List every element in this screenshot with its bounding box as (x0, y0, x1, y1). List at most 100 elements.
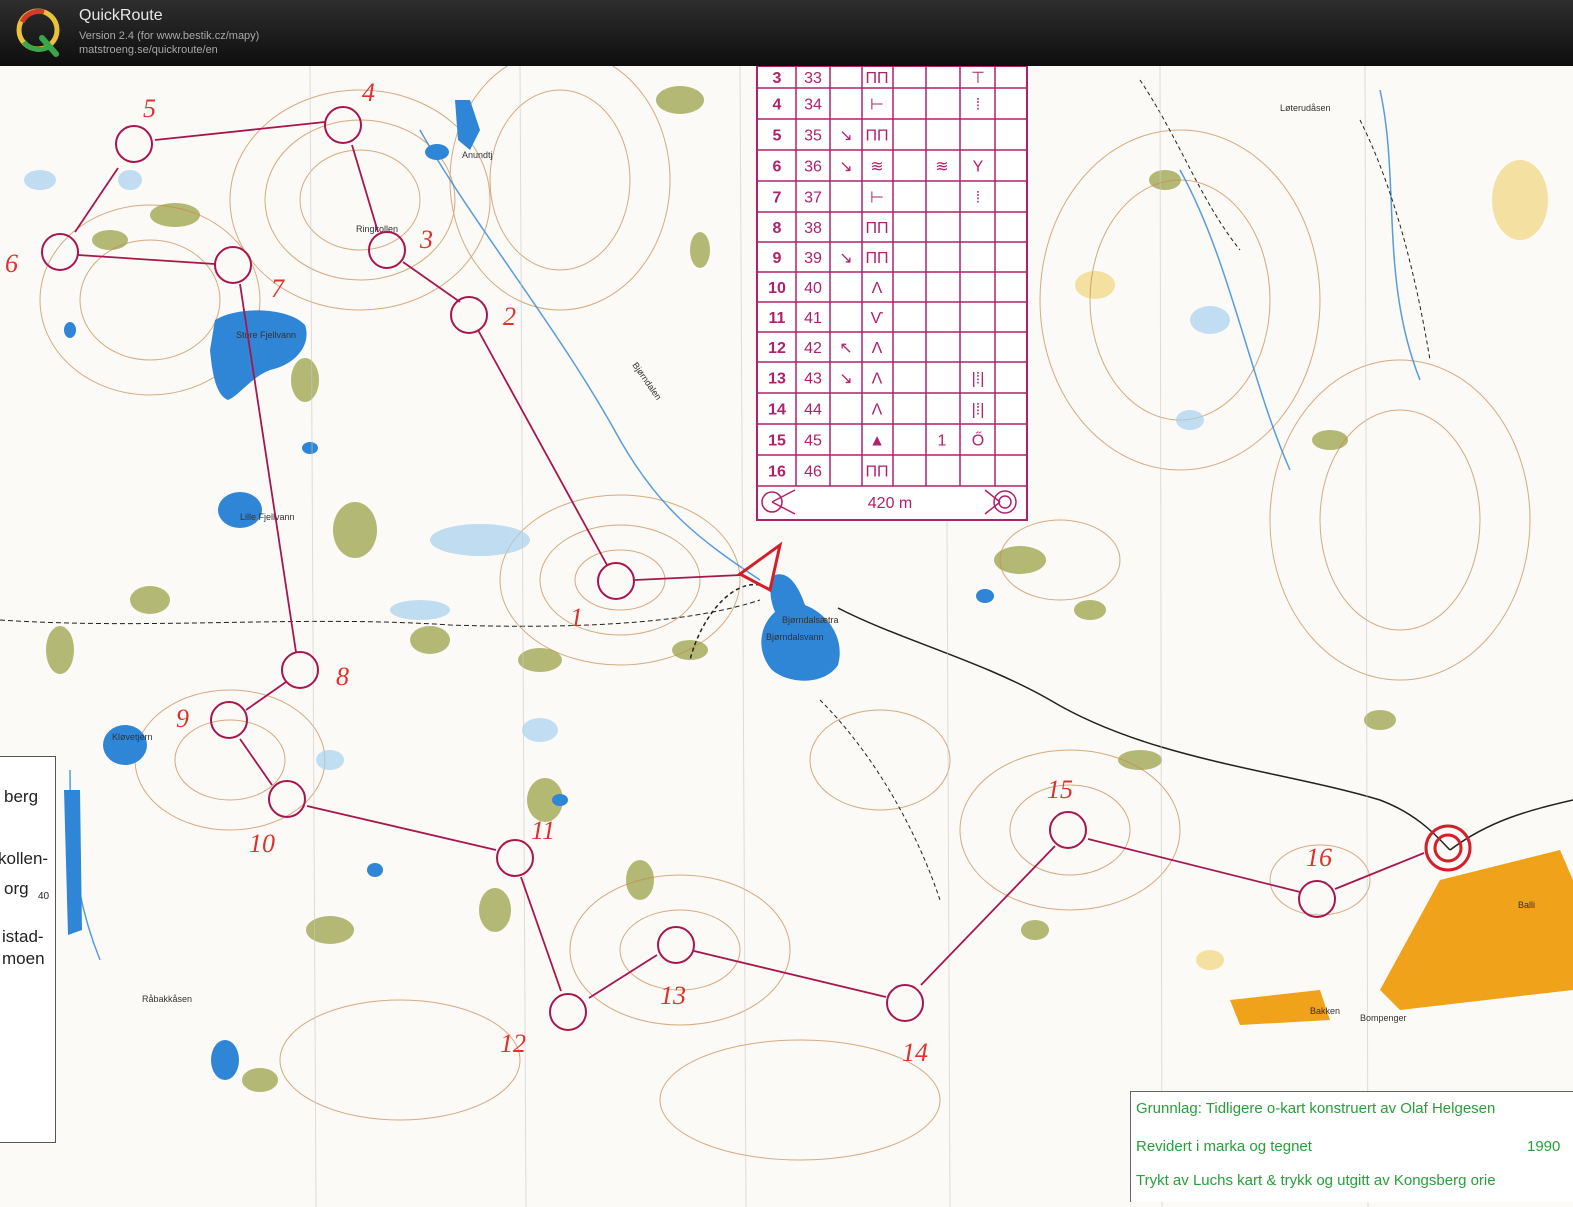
app-version: Version 2.4 (for www.bestik.cz/mapy) (79, 30, 260, 42)
control-description-num: 7 (773, 190, 782, 207)
control-description-symbol: ⊢ (870, 190, 884, 207)
control-number: 1 (570, 603, 583, 632)
control-7-circle[interactable] (214, 246, 252, 284)
quickroute-logo-icon (16, 8, 60, 57)
control-6-circle[interactable] (41, 233, 79, 271)
control-description-dim: 1 (938, 433, 947, 450)
map-credits: Grunnlag: Tidligere o-kart konstruert av… (1130, 1091, 1573, 1202)
control-description-code: 36 (804, 159, 822, 176)
vegetation-areas (46, 86, 1396, 1092)
control-description-num: 12 (768, 340, 786, 357)
control-4-circle[interactable] (324, 106, 362, 144)
place-name: Bjørndalen (630, 360, 663, 401)
control-number: 12 (500, 1029, 526, 1058)
control-description-num: 11 (769, 310, 786, 327)
control-description-symbol: ΠΠ (865, 128, 888, 145)
control-3-circle[interactable] (368, 231, 406, 269)
control-number: 3 (419, 225, 433, 254)
marsh-areas (24, 170, 1230, 770)
control-description-code: 46 (804, 464, 822, 481)
credits-line-2: Revidert i marka og tegnet (1136, 1138, 1312, 1155)
control-description-num: 10 (768, 280, 786, 297)
control-description-extra: Ő (972, 431, 984, 450)
control-10-circle[interactable] (268, 780, 306, 818)
place-name: Bakken (1310, 1006, 1340, 1016)
control-description-num: 3 (773, 70, 782, 87)
left-panel-text: moen (2, 949, 45, 968)
control-15-circle[interactable] (1049, 811, 1087, 849)
control-description-code: 34 (804, 97, 822, 114)
control-description-code: 33 (804, 70, 822, 87)
orienteering-map[interactable]: Anundtj Ringkollen Store Fjellvann Lille… (0, 66, 1573, 1207)
control-12-circle[interactable] (549, 993, 587, 1031)
control-number: 14 (902, 1038, 928, 1067)
control-description-code: 45 (804, 433, 822, 450)
control-11-circle[interactable] (496, 839, 534, 877)
control-description-code: 39 (804, 250, 822, 267)
control-description-extra: ⊤ (971, 70, 985, 87)
control-number: 8 (336, 662, 349, 691)
control-5-circle[interactable] (115, 125, 153, 163)
control-description-extra: Y (973, 159, 984, 176)
control-description-symbol: Λ (872, 280, 883, 297)
control-number: 13 (660, 981, 686, 1010)
left-panel-text: org (4, 879, 29, 898)
control-description-dir: ↖ (839, 340, 852, 357)
control-description-symbol: ΠΠ (865, 220, 888, 237)
control-1-circle[interactable] (597, 562, 635, 600)
control-description-dir: ↘ (839, 128, 852, 145)
control-description-code: 35 (804, 128, 822, 145)
control-description-symbol: ΠΠ (865, 464, 888, 481)
control-description-num: 6 (773, 159, 782, 176)
credits-line-3: Trykt av Luchs kart & trykk og utgitt av… (1136, 1172, 1496, 1189)
left-panel-text: 40 (38, 891, 50, 902)
place-name: Bjørndalsvann (766, 632, 824, 642)
control-number: 7 (271, 274, 285, 303)
left-map-panel: berg kollen- org 40 istad- moen (0, 756, 56, 1143)
control-description-symbol: ⊢ (870, 97, 884, 114)
control-description-code: 38 (804, 220, 822, 237)
map-drawing: Anundtj Ringkollen Store Fjellvann Lille… (0, 66, 1573, 1207)
place-name: Løterudåsen (1280, 103, 1331, 113)
control-number: 6 (5, 249, 18, 278)
control-16-circle[interactable] (1298, 880, 1336, 918)
credits-line-1: Grunnlag: Tidligere o-kart konstruert av… (1136, 1100, 1496, 1117)
course-legs (74, 121, 1425, 999)
app-url[interactable]: matstroeng.se/quickroute/en (79, 44, 218, 56)
control-description-symbol: Λ (872, 402, 883, 419)
control-2-circle[interactable] (450, 296, 488, 334)
control-description-extra: ⁞ (976, 97, 980, 114)
control-number: 16 (1306, 843, 1332, 872)
control-description-num: 4 (773, 97, 782, 114)
control-description-code: 43 (804, 371, 822, 388)
control-description-dir: ↘ (839, 159, 852, 176)
control-description-extra: |⁞| (972, 371, 985, 388)
control-8-circle[interactable] (281, 651, 319, 689)
control-13-circle[interactable] (657, 926, 695, 964)
control-description-num: 14 (768, 402, 786, 419)
control-number: 2 (503, 302, 516, 331)
control-description-dim: ≋ (935, 159, 948, 176)
place-name: Store Fjellvann (236, 330, 296, 340)
place-name: Råbakkåsen (142, 994, 192, 1004)
control-description-code: 42 (804, 340, 822, 357)
control-description-num: 8 (773, 220, 782, 237)
control-14-circle[interactable] (886, 984, 924, 1022)
place-name: Bjørndalsætra (782, 615, 839, 625)
control-description-symbol: Ѵ (871, 310, 884, 327)
control-description-code: 44 (804, 402, 822, 419)
control-description-code: 41 (804, 310, 822, 327)
control-description-symbol: Λ (872, 340, 883, 357)
app-header: QuickRoute Version 2.4 (for www.bestik.c… (0, 0, 1573, 66)
control-description-num: 15 (768, 433, 786, 450)
control-description-symbol: ▲ (869, 433, 885, 450)
control-description-code: 40 (804, 280, 822, 297)
control-number: 10 (249, 829, 275, 858)
control-description-extra: |⁞| (972, 402, 985, 419)
credits-year: 1990 (1527, 1138, 1561, 1155)
place-name: Kløvetjern (112, 732, 153, 742)
left-panel-text: kollen- (0, 849, 49, 868)
control-description-sheet: 3 33 ΠΠ ⊤4 34 ⊢ ⁞5 35 ↘ ΠΠ6 36 ↘ ≋ ≋ Y7 37 ⊢ ⁞8 38 ΠΠ9 39 ↘ ΠΠ… (756, 66, 1028, 521)
control-description-symbol: ΠΠ (865, 250, 888, 267)
control-description-symbol: ΠΠ (865, 70, 888, 87)
